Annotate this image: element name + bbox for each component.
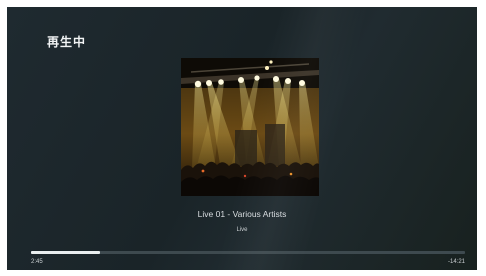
track-title: Live 01 - Various Artists: [197, 209, 287, 219]
progress-bar[interactable]: [31, 251, 465, 254]
album-artwork: [181, 58, 319, 196]
now-playing-screen: 再生中 Live 01 - Various Artists Live 2:45 …: [7, 7, 477, 270]
album-name: Live: [236, 227, 248, 233]
page-title: 再生中: [47, 35, 87, 49]
remaining-time: -14:21: [447, 259, 465, 265]
elapsed-time: 2:45: [31, 259, 43, 265]
progress-fill: [31, 251, 101, 254]
